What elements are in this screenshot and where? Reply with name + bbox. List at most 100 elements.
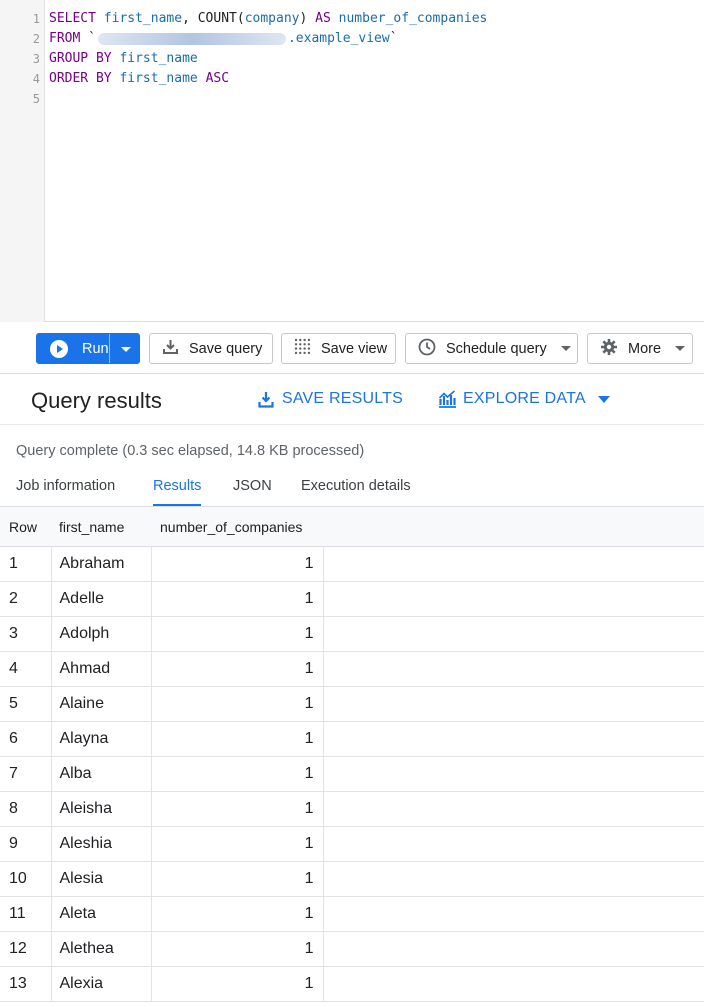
first-name-cell: Alethea bbox=[50, 931, 151, 967]
table-row: 11 Aleta 1 bbox=[0, 896, 704, 932]
save-view-button[interactable]: Save view bbox=[281, 333, 396, 364]
run-button-label: Run bbox=[82, 340, 109, 357]
number-of-companies-cell: 1 bbox=[150, 966, 324, 1002]
results-table: Row first_name number_of_companies 1 Abra… bbox=[0, 506, 704, 1002]
sql-identifier: company bbox=[244, 11, 300, 26]
row-number: 6 bbox=[9, 730, 18, 747]
play-icon bbox=[50, 339, 68, 358]
number-of-companies-cell: 1 bbox=[150, 791, 324, 827]
sql-keyword: SELECT bbox=[49, 11, 96, 26]
filler-cell bbox=[323, 897, 704, 932]
table-row: 7 Alba 1 bbox=[0, 756, 704, 792]
tab-json[interactable]: JSON bbox=[233, 478, 272, 506]
line-number: 1 bbox=[32, 12, 40, 26]
table-row: 10 Alesia 1 bbox=[0, 861, 704, 897]
first-name-cell: Alexia bbox=[50, 966, 151, 1002]
sql-text: , COUNT( bbox=[182, 11, 245, 26]
column-header-row[interactable]: Row bbox=[0, 507, 51, 547]
row-number: 11 bbox=[9, 905, 26, 922]
filler-cell bbox=[323, 757, 704, 792]
sql-text: ` bbox=[88, 31, 96, 46]
row-number: 7 bbox=[9, 765, 18, 782]
line-number: 5 bbox=[32, 92, 40, 106]
table-row: 5 Alaine 1 bbox=[0, 686, 704, 722]
column-header-number-of-companies[interactable]: number_of_companies bbox=[151, 507, 323, 547]
sql-identifier: first_name bbox=[103, 11, 183, 26]
download-icon bbox=[258, 391, 274, 408]
first-name-cell: Alaine bbox=[50, 686, 151, 722]
tab-job-information[interactable]: Job information bbox=[16, 478, 115, 506]
schedule-query-button[interactable]: Schedule query bbox=[405, 333, 578, 364]
more-button[interactable]: More bbox=[587, 333, 693, 364]
table-row: 13 Alexia 1 bbox=[0, 966, 704, 1002]
run-split-divider bbox=[109, 334, 110, 363]
explore-data-button[interactable]: EXPLORE DATA bbox=[438, 390, 610, 408]
first-name-cell: Ahmad bbox=[50, 651, 151, 687]
sql-keyword: FROM bbox=[49, 31, 81, 46]
number-of-companies-cell: 1 bbox=[150, 931, 324, 967]
first-name-cell: Abraham bbox=[50, 546, 151, 582]
first-name-cell: Aleshia bbox=[50, 826, 151, 862]
save-results-button[interactable]: SAVE RESULTS bbox=[258, 390, 403, 408]
row-number: 4 bbox=[9, 660, 18, 677]
filler-cell bbox=[323, 722, 704, 757]
table-row: 6 Alayna 1 bbox=[0, 721, 704, 757]
first-name-cell: Adolph bbox=[50, 616, 151, 652]
results-title: Query results bbox=[31, 388, 162, 413]
sql-keyword: ASC bbox=[205, 71, 230, 86]
grid-icon bbox=[294, 338, 311, 359]
row-number: 8 bbox=[9, 800, 18, 817]
save-results-label: SAVE RESULTS bbox=[282, 390, 403, 407]
redacted-project-name bbox=[97, 32, 286, 45]
gear-icon bbox=[600, 338, 618, 360]
save-query-label: Save query bbox=[189, 340, 263, 357]
code-line-1[interactable]: SELECT first_name, COUNT(company) AS num… bbox=[49, 9, 487, 29]
first-name-cell: Aleta bbox=[50, 896, 151, 932]
code-line-4[interactable]: ORDER BY first_name ASC bbox=[49, 69, 229, 89]
column-header-filler bbox=[323, 507, 704, 547]
row-number: 2 bbox=[9, 590, 18, 607]
row-number: 12 bbox=[9, 940, 27, 957]
number-of-companies-cell: 1 bbox=[150, 721, 324, 757]
filler-cell bbox=[323, 652, 704, 687]
table-row: 12 Alethea 1 bbox=[0, 931, 704, 967]
run-button[interactable]: Run bbox=[36, 333, 140, 364]
number-of-companies-cell: 1 bbox=[150, 581, 324, 617]
sql-editor[interactable]: 1 2 3 4 5 SELECT first_name, COUNT(compa… bbox=[0, 0, 704, 322]
table-row: 9 Aleshia 1 bbox=[0, 826, 704, 862]
sql-keyword: GROUP BY bbox=[49, 51, 112, 66]
number-of-companies-cell: 1 bbox=[150, 616, 324, 652]
tab-execution-details[interactable]: Execution details bbox=[301, 478, 411, 506]
download-icon bbox=[162, 338, 179, 359]
number-of-companies-cell: 1 bbox=[150, 686, 324, 722]
query-status: Query complete (0.3 sec elapsed, 14.8 KB… bbox=[16, 443, 365, 459]
code-line-3[interactable]: GROUP BY first_name bbox=[49, 49, 198, 69]
first-name-cell: Alba bbox=[50, 756, 151, 792]
sql-identifier: .example_view bbox=[287, 31, 390, 46]
filler-cell bbox=[323, 932, 704, 967]
table-header-row: Row first_name number_of_companies bbox=[0, 506, 704, 547]
row-number: 3 bbox=[9, 625, 18, 642]
sql-identifier: first_name bbox=[119, 71, 198, 86]
line-number: 3 bbox=[32, 52, 40, 66]
row-number: 5 bbox=[9, 695, 18, 712]
line-number: 4 bbox=[32, 72, 40, 86]
table-row: 8 Aleisha 1 bbox=[0, 791, 704, 827]
column-header-first-name[interactable]: first_name bbox=[51, 507, 151, 547]
dropdown-caret-icon[interactable] bbox=[121, 347, 131, 352]
code-line-2[interactable]: FROM ` .example_view` bbox=[49, 29, 398, 49]
table-row: 4 Ahmad 1 bbox=[0, 651, 704, 687]
tab-results[interactable]: Results bbox=[153, 478, 202, 506]
table-row: 2 Adelle 1 bbox=[0, 581, 704, 617]
number-of-companies-cell: 1 bbox=[150, 546, 324, 582]
line-number-gutter: 1 2 3 4 5 bbox=[0, 0, 45, 322]
number-of-companies-cell: 1 bbox=[150, 861, 324, 897]
filler-cell bbox=[323, 582, 704, 617]
save-query-button[interactable]: Save query bbox=[149, 333, 273, 364]
schedule-query-label: Schedule query bbox=[446, 340, 547, 357]
number-of-companies-cell: 1 bbox=[150, 826, 324, 862]
filler-cell bbox=[323, 547, 704, 582]
line-number: 2 bbox=[32, 32, 40, 46]
first-name-cell: Adelle bbox=[50, 581, 151, 617]
row-number: 1 bbox=[9, 555, 18, 572]
